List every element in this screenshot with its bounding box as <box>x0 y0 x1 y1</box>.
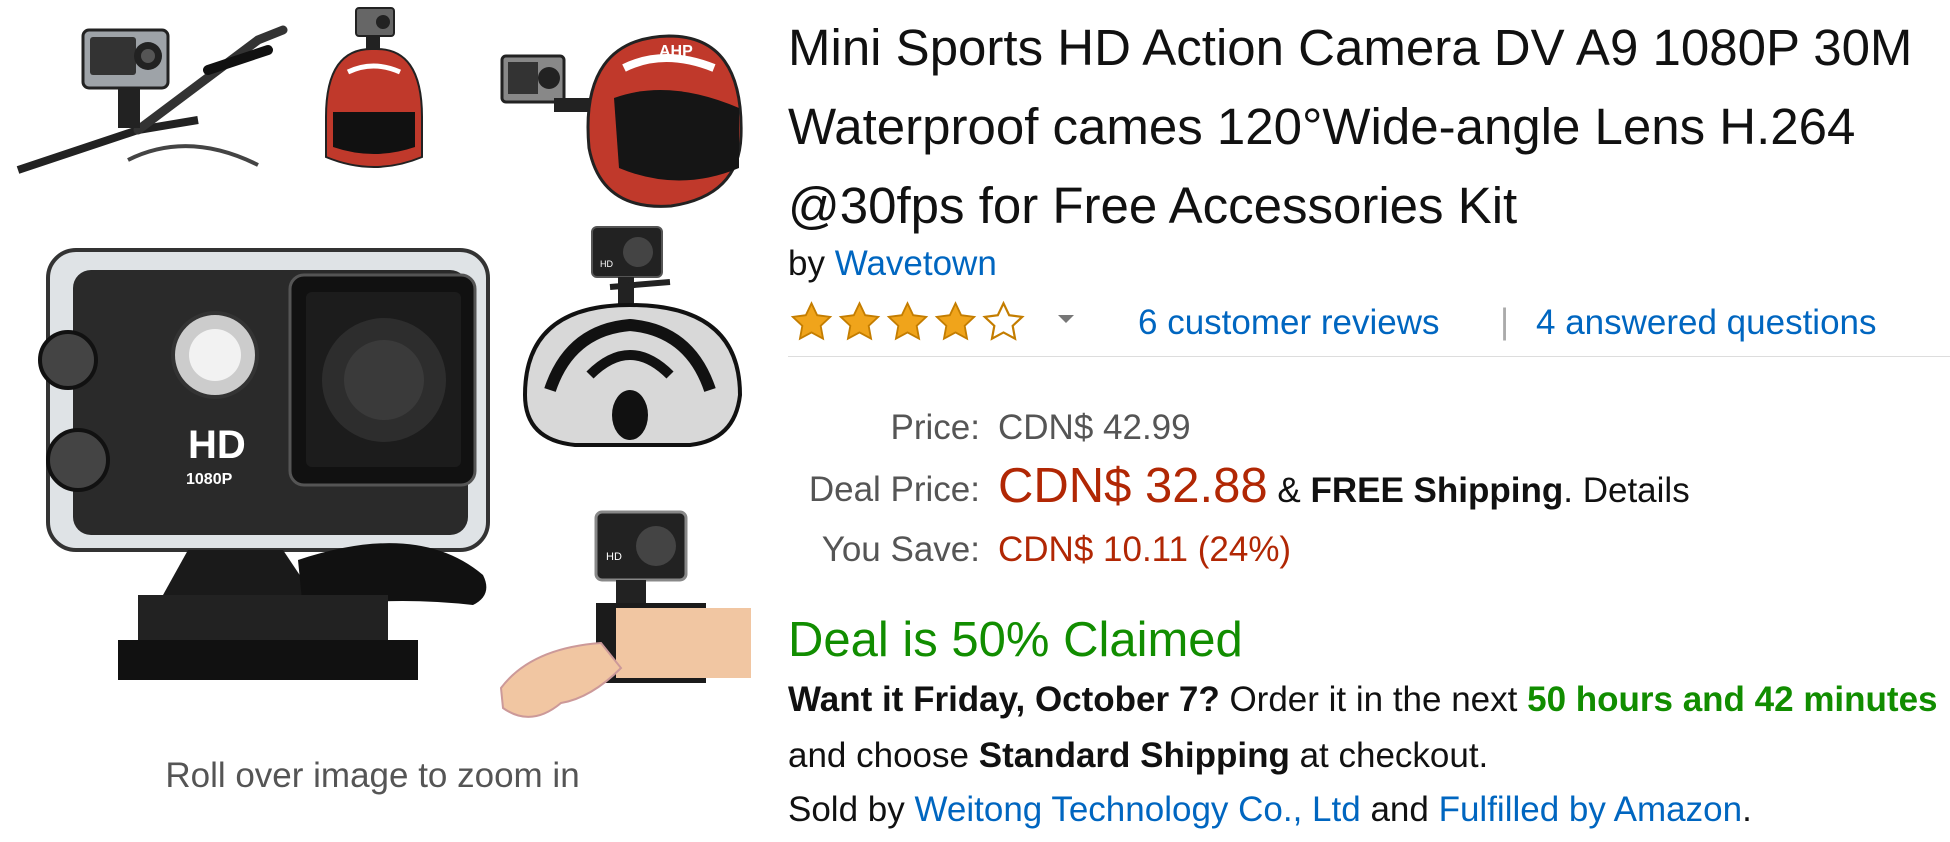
camera-1080p-label: 1080P <box>186 471 233 488</box>
divider <box>788 356 1950 357</box>
star-icon <box>838 301 881 341</box>
fulfilled-by-amazon-link[interactable]: Fulfilled by Amazon <box>1439 790 1742 829</box>
seller-link[interactable]: Weitong Technology Co., Ltd <box>914 790 1360 829</box>
main-camera-image: HD 1080P <box>38 248 490 680</box>
list-price-value: CDN$ 42.99 <box>998 408 1191 447</box>
deal-price-group: CDN$ 32.88 & FREE Shipping. Details <box>998 458 1690 514</box>
helmet-logo-text: AHP <box>659 43 693 60</box>
byline: by Wavetown <box>788 244 997 284</box>
zoom-hint-text: Roll over image to zoom in <box>165 756 580 795</box>
bike-helmet-mount-image: HD <box>522 226 743 447</box>
chevron-down-icon[interactable] <box>1056 312 1076 326</box>
delivery-message: Want it Friday, October 7? Order it in t… <box>788 672 1950 784</box>
svg-text:HD: HD <box>606 551 622 563</box>
sold-by-text: Sold by <box>788 790 905 829</box>
shipping-prefix: & <box>1277 471 1301 510</box>
wrist-strap-mount-image: HD <box>499 510 751 718</box>
rating-separator: | <box>1500 302 1510 341</box>
delivery-date: Want it Friday, October 7? <box>788 680 1220 719</box>
answered-questions-link[interactable]: 4 answered questions <box>1536 303 1877 343</box>
deal-price-row: Deal Price: CDN$ 32.88 & FREE Shipping. … <box>788 458 1950 528</box>
shipping-period: . <box>1563 471 1573 510</box>
product-title: Mini Sports HD Action Camera DV A9 1080P… <box>788 19 1913 234</box>
you-save-value: CDN$ 10.11 (24%) <box>998 530 1292 569</box>
svg-text:HD: HD <box>600 259 613 269</box>
order-text: Order it in the next <box>1229 680 1518 719</box>
star-icon <box>886 301 929 341</box>
helmet-top-mount-image <box>325 7 423 168</box>
shipping-details-link[interactable]: Details <box>1583 471 1690 510</box>
price-label: Price: <box>890 408 980 447</box>
deal-price-label: Deal Price: <box>808 470 980 509</box>
choose-text: and choose <box>788 736 969 775</box>
star-icon <box>934 301 977 341</box>
countdown-timer: 50 hours and 42 minutes <box>1527 680 1938 719</box>
free-shipping-label: FREE Shipping <box>1310 471 1564 510</box>
seller-period: . <box>1742 790 1752 829</box>
by-prefix: by <box>788 244 825 283</box>
brand-link[interactable]: Wavetown <box>835 244 997 283</box>
camera-hd-label: HD <box>188 423 246 467</box>
helmet-side-mount-image: AHP <box>500 34 743 208</box>
product-image-gallery[interactable]: AHP HD 1080P HD HD Roll over image to zo… <box>0 0 760 842</box>
customer-reviews-link[interactable]: 6 customer reviews <box>1138 303 1439 343</box>
you-save-row: You Save: CDN$ 10.11 (24%) <box>788 530 1950 590</box>
empty-star-icon <box>982 300 1025 341</box>
bike-mount-image <box>16 25 288 174</box>
checkout-text: at checkout. <box>1299 736 1489 775</box>
shipping-option: Standard Shipping <box>978 736 1290 775</box>
rating-row: 6 customer reviews | 4 answered question… <box>788 300 1950 352</box>
you-save-label: You Save: <box>821 530 980 569</box>
deal-claimed-status: Deal is 50% Claimed <box>788 613 1243 667</box>
star-icon <box>790 301 833 341</box>
seller-info: Sold by Weitong Technology Co., Ltd and … <box>788 790 1752 830</box>
and-text: and <box>1370 790 1429 829</box>
star-rating[interactable] <box>788 300 1027 344</box>
deal-price-value: CDN$ 32.88 <box>998 459 1268 513</box>
